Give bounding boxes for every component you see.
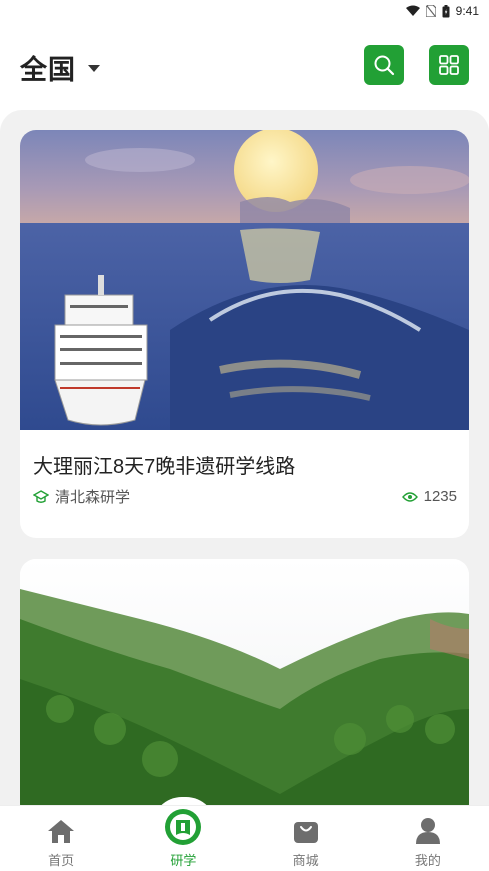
tab-shop[interactable]: 商城 bbox=[245, 806, 367, 871]
category-grid-button[interactable] bbox=[429, 45, 469, 85]
header: 全国 bbox=[0, 40, 489, 92]
no-sim-icon bbox=[425, 5, 436, 17]
tab-study[interactable]: 研学 bbox=[122, 806, 244, 871]
tab-profile-label: 我的 bbox=[414, 853, 441, 868]
tab-home-label: 首页 bbox=[48, 853, 75, 868]
region-label: 全国 bbox=[20, 55, 76, 85]
card-title: 大理丽江8天7晚非遗研学线路 bbox=[33, 456, 296, 478]
search-button[interactable] bbox=[364, 45, 404, 85]
card-meta: 清北森研学 1235 bbox=[33, 486, 457, 507]
search-icon bbox=[374, 55, 395, 76]
tab-shop-label: 商城 bbox=[292, 853, 319, 868]
tab-home[interactable]: 首页 bbox=[0, 806, 122, 871]
route-card[interactable] bbox=[20, 559, 469, 819]
status-bar: 9:41 bbox=[0, 0, 489, 22]
shop-icon bbox=[293, 822, 318, 843]
wifi-icon bbox=[405, 5, 420, 16]
route-card[interactable]: 大理丽江8天7晚非遗研学线路 清北森研学 1235 bbox=[20, 130, 469, 538]
study-icon bbox=[165, 809, 202, 845]
tab-study-label: 研学 bbox=[170, 853, 197, 868]
graduation-cap-icon bbox=[33, 489, 49, 503]
tab-profile[interactable]: 我的 bbox=[367, 806, 489, 871]
card-org: 清北森研学 bbox=[33, 486, 130, 507]
card-cover-image bbox=[20, 130, 469, 430]
profile-icon bbox=[415, 818, 440, 844]
card-org-name: 清北森研学 bbox=[55, 489, 131, 506]
card-views: 1235 bbox=[401, 488, 457, 505]
region-selector[interactable]: 全国 bbox=[20, 48, 100, 87]
card-cover-image bbox=[20, 559, 469, 819]
home-icon bbox=[48, 820, 75, 843]
eye-icon bbox=[401, 491, 418, 502]
status-time: 9:41 bbox=[455, 4, 479, 18]
battery-icon bbox=[442, 4, 450, 17]
caret-down-icon bbox=[88, 65, 100, 72]
bottom-tab-bar: 首页 研学 商城 我的 bbox=[0, 805, 489, 871]
card-view-count: 1235 bbox=[423, 488, 457, 505]
grid-icon bbox=[439, 55, 459, 75]
